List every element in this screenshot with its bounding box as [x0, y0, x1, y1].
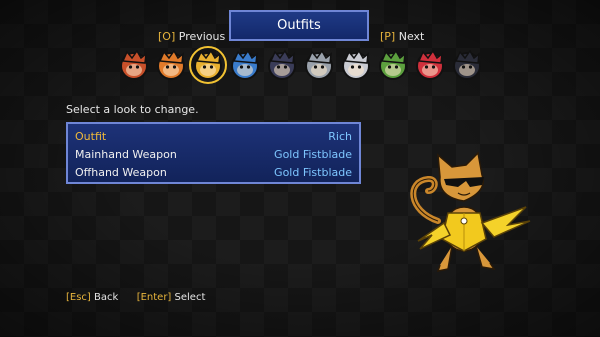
yellow-cat-icon[interactable] — [189, 46, 227, 84]
dark-masked-icon[interactable] — [266, 49, 298, 81]
back-label: Back — [94, 292, 119, 303]
menu-row-mainhand-weapon[interactable]: Mainhand Weapon Gold Fistblade — [75, 146, 352, 162]
select-look-prompt: Select a look to change. — [66, 103, 199, 116]
previous-key-hint: [O] — [158, 30, 176, 43]
menu-row-offhand-weapon[interactable]: Offhand Weapon Gold Fistblade — [75, 164, 352, 180]
blue-bird-icon[interactable] — [229, 49, 261, 81]
red-dragon-icon[interactable] — [414, 49, 446, 81]
select-key-hint: [Enter] — [136, 292, 172, 303]
shadow-icon[interactable] — [451, 49, 483, 81]
previous-button[interactable]: [O] Previous — [158, 30, 225, 43]
grey-helmet-icon[interactable] — [303, 49, 335, 81]
page-title: Outfits — [277, 18, 321, 33]
outfit-value: Rich — [328, 129, 352, 143]
mainhand-weapon-label: Mainhand Weapon — [75, 147, 177, 161]
red-spiky-hair-icon[interactable] — [118, 49, 150, 81]
outfit-label: Outfit — [75, 129, 107, 143]
next-button[interactable]: [P] Next — [380, 30, 424, 43]
look-menu-panel: Outfit Rich Mainhand Weapon Gold Fistbla… — [66, 122, 361, 184]
previous-label: Previous — [178, 30, 226, 43]
back-key-hint: [Esc] — [66, 292, 91, 303]
cat-character-preview — [398, 151, 538, 276]
next-label: Next — [398, 30, 425, 43]
outfits-title-box: Outfits — [229, 10, 369, 41]
next-key-hint: [P] — [380, 30, 396, 43]
menu-row-outfit[interactable]: Outfit Rich — [75, 128, 352, 144]
pale-ghost-icon[interactable] — [340, 49, 372, 81]
character-portrait-row — [116, 46, 488, 85]
footer-hints: [Esc] Back [Enter] Select — [66, 292, 205, 303]
mainhand-weapon-value: Gold Fistblade — [274, 147, 352, 161]
back-button[interactable]: [Esc] Back — [66, 292, 122, 303]
select-label: Select — [174, 292, 206, 303]
orange-hair-icon[interactable] — [155, 49, 187, 81]
green-elf-icon[interactable] — [377, 49, 409, 81]
offhand-weapon-value: Gold Fistblade — [274, 165, 352, 179]
select-button[interactable]: [Enter] Select — [137, 292, 206, 303]
offhand-weapon-label: Offhand Weapon — [75, 165, 167, 179]
